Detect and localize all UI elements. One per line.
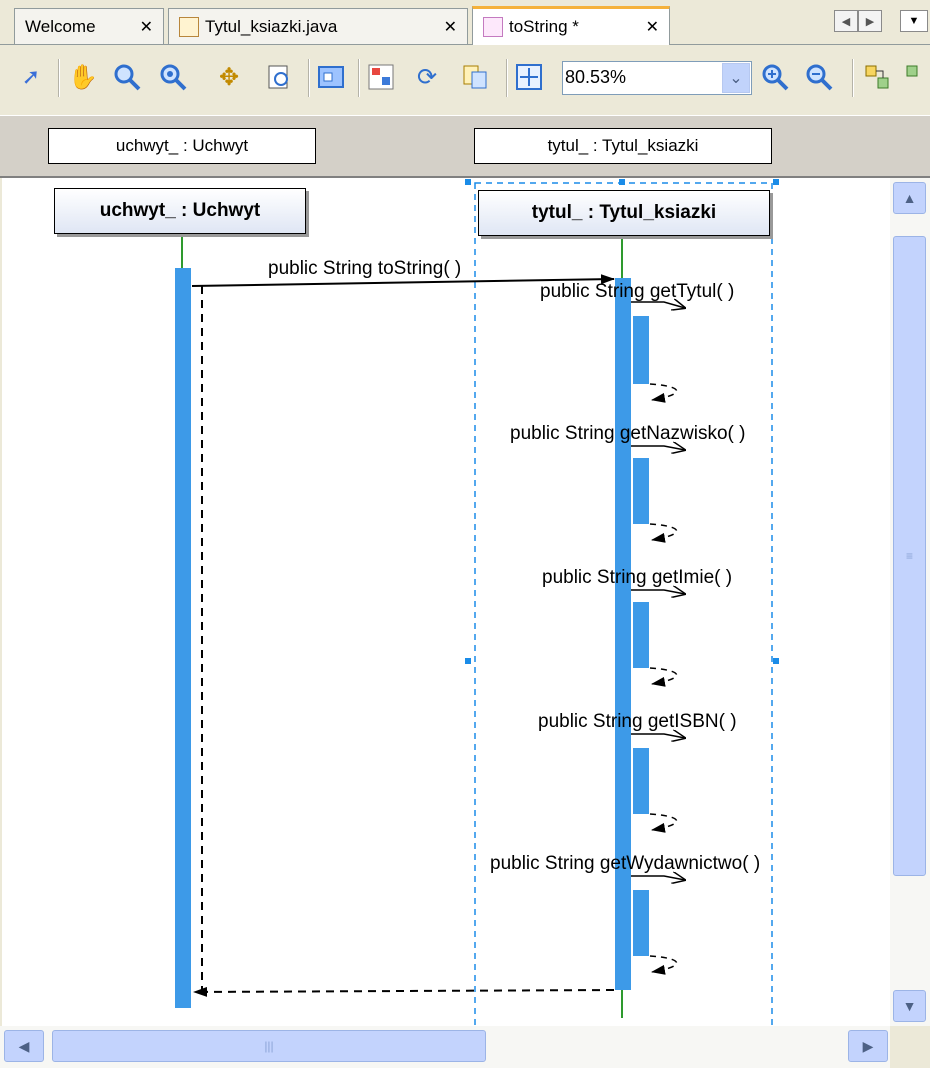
java-file-icon <box>179 16 199 37</box>
self-call-getimie[interactable] <box>631 590 685 687</box>
select-icon[interactable]: ➚ <box>14 60 48 94</box>
toolbar-separator <box>506 59 508 97</box>
tab-tostring[interactable]: toString * ✕ <box>472 6 670 45</box>
vertical-scroll-thumb[interactable]: ≡ <box>893 236 926 876</box>
collapse-icon[interactable] <box>904 60 930 94</box>
editor-tab-bar: Welcome ✕ Tytul_ksiazki.java ✕ toString … <box>0 0 930 45</box>
horizontal-scrollbar[interactable]: ◀ ||| ▶ <box>0 1026 890 1068</box>
zoom-region-icon[interactable] <box>156 60 190 94</box>
move-icon[interactable]: ✥ <box>212 60 246 94</box>
selection-handle[interactable] <box>465 658 471 664</box>
tab-label: Welcome <box>25 16 96 36</box>
scroll-tabs-left-icon[interactable]: ◀ <box>834 10 858 32</box>
layout-icon[interactable] <box>364 60 398 94</box>
self-call-getwydawnictwo[interactable] <box>631 876 685 975</box>
object-uchwyt[interactable]: uchwyt_ : Uchwyt <box>54 188 306 234</box>
tab-label: toString * <box>509 17 579 36</box>
activation-tytul[interactable] <box>615 278 631 990</box>
scroll-left-icon[interactable]: ◀ <box>4 1030 44 1062</box>
marquee-icon[interactable] <box>314 60 348 94</box>
fit-page-icon[interactable] <box>262 60 296 94</box>
diagram-canvas[interactable]: uchwyt_ : Uchwyt tytul_ : Tytul_ksiazki … <box>2 178 890 1026</box>
header-label: tytul_ : Tytul_ksiazki <box>547 136 699 155</box>
object-label: uchwyt_ : Uchwyt <box>99 200 261 221</box>
chevron-down-icon[interactable]: ⌄ <box>722 63 750 93</box>
toolbar-separator <box>308 59 310 97</box>
selection-handle[interactable] <box>773 179 779 185</box>
sequence-diagram-icon <box>483 17 503 37</box>
close-icon[interactable]: ✕ <box>444 17 457 37</box>
object-tytul[interactable]: tytul_ : Tytul_ksiazki <box>478 190 770 236</box>
message-tostring-return[interactable] <box>193 986 615 997</box>
message-label-getisbn[interactable]: public String getISBN( ) <box>538 711 737 733</box>
zoom-in-icon[interactable] <box>758 60 792 94</box>
self-call-getisbn[interactable] <box>631 734 685 833</box>
close-icon[interactable]: ✕ <box>140 17 153 37</box>
selection-handle[interactable] <box>773 658 779 664</box>
self-call-gettytul[interactable] <box>631 302 685 403</box>
message-label-getwydawnictwo[interactable]: public String getWydawnictwo( ) <box>490 853 760 875</box>
copy-diagram-icon[interactable] <box>458 60 492 94</box>
tab-label: Tytul_ksiazki.java <box>205 16 338 36</box>
expand-icon[interactable] <box>860 60 894 94</box>
pan-hand-icon[interactable]: ✋ <box>66 60 100 94</box>
diagram-toolbar: ➚ ✋ ✥ ⟳ 80.53% ⌄ <box>0 45 930 115</box>
header-lifeline-tytul[interactable]: tytul_ : Tytul_ksiazki <box>474 128 772 164</box>
scroll-up-icon[interactable]: ▲ <box>893 182 926 214</box>
zoom-combobox[interactable]: 80.53% ⌄ <box>562 61 752 95</box>
refresh-icon[interactable]: ⟳ <box>410 60 444 94</box>
object-label: tytul_ : Tytul_ksiazki <box>531 202 717 223</box>
header-label: uchwyt_ : Uchwyt <box>115 136 249 155</box>
vertical-scrollbar[interactable]: ▲ ≡ ▼ <box>890 178 930 1026</box>
sequence-diagram <box>175 179 779 1026</box>
activation-uchwyt[interactable] <box>175 268 191 1008</box>
horizontal-scroll-thumb[interactable]: ||| <box>52 1030 486 1062</box>
message-label-tostring[interactable]: public String toString( ) <box>268 258 461 280</box>
zoom-icon[interactable] <box>110 60 144 94</box>
lifeline-header: uchwyt_ : Uchwyt tytul_ : Tytul_ksiazki <box>0 115 930 178</box>
fit-diagram-icon[interactable] <box>512 60 546 94</box>
toolbar-separator <box>358 59 360 97</box>
scrollbar-corner <box>890 1026 930 1068</box>
message-label-gettytul[interactable]: public String getTytul( ) <box>540 281 734 303</box>
selection-handle[interactable] <box>465 179 471 185</box>
message-label-getnazwisko[interactable]: public String getNazwisko( ) <box>510 423 745 445</box>
tab-welcome[interactable]: Welcome ✕ <box>14 8 164 44</box>
close-icon[interactable]: ✕ <box>646 17 659 37</box>
self-call-getnazwisko[interactable] <box>631 446 685 543</box>
message-label-getimie[interactable]: public String getImie( ) <box>542 567 732 589</box>
header-lifeline-uchwyt[interactable]: uchwyt_ : Uchwyt <box>48 128 316 164</box>
scroll-right-icon[interactable]: ▶ <box>848 1030 888 1062</box>
scroll-down-icon[interactable]: ▼ <box>893 990 926 1022</box>
tab-tytul-ksiazki-java[interactable]: Tytul_ksiazki.java ✕ <box>168 8 468 44</box>
scroll-tabs-right-icon[interactable]: ▶ <box>858 10 882 32</box>
zoom-value: 80.53% <box>565 67 627 87</box>
tab-list-dropdown-icon[interactable]: ▼ <box>900 10 928 32</box>
toolbar-separator <box>58 59 60 97</box>
zoom-out-icon[interactable] <box>802 60 836 94</box>
selection-handle[interactable] <box>619 179 625 185</box>
toolbar-separator <box>852 59 854 97</box>
